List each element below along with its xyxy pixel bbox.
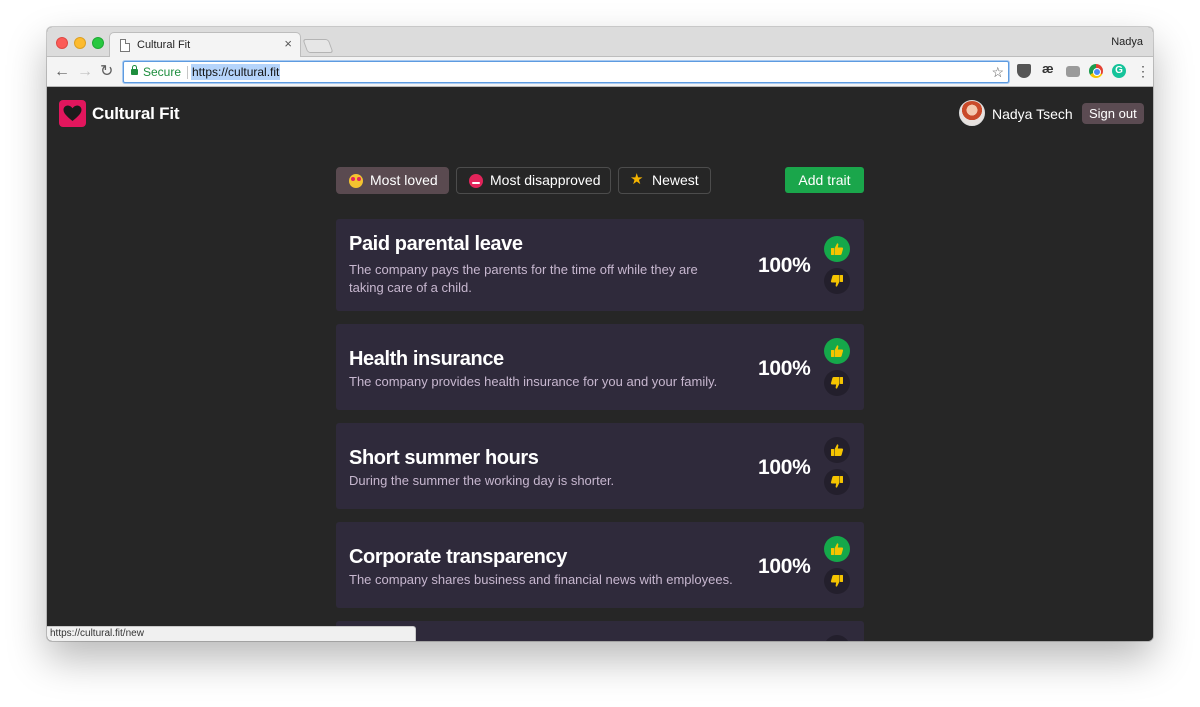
bookmark-star-icon[interactable]: ☆ bbox=[991, 63, 1004, 81]
thumbs-up-icon bbox=[831, 444, 844, 456]
camera-extension-icon[interactable] bbox=[1066, 66, 1080, 77]
zoom-window-button[interactable] bbox=[92, 37, 104, 49]
browser-tab[interactable]: Cultural Fit × bbox=[109, 32, 301, 58]
filter-newest[interactable]: ★ Newest bbox=[618, 167, 711, 194]
address-bar[interactable]: Secure https://cultural.fit ☆ bbox=[123, 61, 1009, 83]
tab-strip: Cultural Fit × Nadya bbox=[47, 27, 1153, 58]
sign-out-button[interactable]: Sign out bbox=[1082, 103, 1144, 124]
page-icon bbox=[120, 39, 130, 52]
chrome-extension-icon[interactable] bbox=[1089, 64, 1103, 78]
upvote-button[interactable] bbox=[824, 635, 850, 641]
trait-description: The company shares business and financia… bbox=[349, 572, 733, 587]
downvote-button[interactable] bbox=[824, 469, 850, 495]
heart-eyes-emoji-icon bbox=[349, 174, 363, 188]
filter-most-loved-label: Most loved bbox=[370, 172, 438, 188]
trait-percent: 100% bbox=[758, 254, 811, 277]
trait-percent: 100% bbox=[758, 456, 811, 479]
upvote-button[interactable] bbox=[824, 536, 850, 562]
thumbs-up-icon bbox=[831, 345, 844, 357]
secure-label: Secure bbox=[143, 65, 182, 79]
downvote-button[interactable] bbox=[824, 370, 850, 396]
trait-card: Short summer hours During the summer the… bbox=[336, 423, 864, 509]
trait-title: Short summer hours bbox=[349, 447, 539, 469]
tab-title: Cultural Fit bbox=[137, 39, 191, 51]
trait-percent: 100% bbox=[758, 357, 811, 380]
grammarly-extension-icon[interactable]: G bbox=[1112, 64, 1126, 78]
user-avatar[interactable] bbox=[959, 100, 985, 126]
link-status-bar: https://cultural.fit/new bbox=[47, 626, 416, 641]
back-arrow-icon[interactable]: ← bbox=[54, 63, 70, 81]
trait-card: Paid parental leave The company pays the… bbox=[336, 219, 864, 311]
menu-kebab-icon[interactable]: ⋮ bbox=[1136, 62, 1150, 80]
page-content: Cultural Fit Nadya Tsech Sign out Most l… bbox=[47, 88, 1153, 641]
filter-most-loved[interactable]: Most loved bbox=[336, 167, 449, 194]
trait-card: Corporate transparency The company share… bbox=[336, 522, 864, 608]
trait-description: The company provides health insurance fo… bbox=[349, 374, 718, 389]
address-separator bbox=[187, 66, 188, 79]
trait-title: Health insurance bbox=[349, 348, 504, 370]
thumbs-down-icon bbox=[830, 575, 843, 587]
trait-description: The company pays the parents for the tim… bbox=[349, 262, 698, 295]
trait-percent: 100% bbox=[758, 555, 811, 578]
thumbs-down-icon bbox=[830, 275, 843, 287]
add-trait-button[interactable]: Add trait bbox=[785, 167, 864, 193]
pocket-extension-icon[interactable] bbox=[1017, 64, 1031, 78]
browser-window: Cultural Fit × Nadya ← → ↻ Secure https:… bbox=[47, 27, 1153, 641]
thumbs-down-icon bbox=[830, 476, 843, 488]
filter-bar: Most loved Most disapproved ★ Newest Add… bbox=[336, 167, 864, 194]
filter-newest-label: Newest bbox=[652, 172, 699, 188]
angry-face-emoji-icon bbox=[469, 174, 483, 188]
thumbs-up-icon bbox=[831, 543, 844, 555]
heart-logo-icon[interactable] bbox=[59, 100, 86, 127]
user-name[interactable]: Nadya Tsech bbox=[992, 106, 1073, 122]
trait-title: Corporate transparency bbox=[349, 546, 567, 568]
brand-name[interactable]: Cultural Fit bbox=[92, 104, 180, 124]
url-text[interactable]: https://cultural.fit bbox=[191, 64, 281, 80]
upvote-button[interactable] bbox=[824, 338, 850, 364]
upvote-button[interactable] bbox=[824, 437, 850, 463]
filter-most-disapproved-label: Most disapproved bbox=[490, 172, 601, 188]
close-window-button[interactable] bbox=[56, 37, 68, 49]
reload-icon[interactable]: ↻ bbox=[100, 63, 113, 81]
trait-title: Paid parental leave bbox=[349, 233, 523, 255]
browser-profile-name[interactable]: Nadya bbox=[1111, 36, 1143, 48]
downvote-button[interactable] bbox=[824, 568, 850, 594]
tab-close-icon[interactable]: × bbox=[284, 37, 292, 51]
filter-most-disapproved[interactable]: Most disapproved bbox=[456, 167, 611, 194]
lock-icon bbox=[131, 65, 138, 75]
forward-arrow-icon[interactable]: → bbox=[77, 63, 93, 81]
star-emoji-icon: ★ bbox=[630, 171, 644, 188]
upvote-button[interactable] bbox=[824, 236, 850, 262]
new-tab-button[interactable] bbox=[302, 39, 334, 53]
app-header: Cultural Fit Nadya Tsech Sign out bbox=[47, 88, 1153, 140]
downvote-button[interactable] bbox=[824, 268, 850, 294]
minimize-window-button[interactable] bbox=[74, 37, 86, 49]
trait-description: During the summer the working day is sho… bbox=[349, 473, 615, 488]
ae-extension-icon[interactable]: æ bbox=[1042, 61, 1054, 76]
thumbs-up-icon bbox=[831, 243, 844, 255]
browser-toolbar: ← → ↻ Secure https://cultural.fit ☆ æ G … bbox=[47, 57, 1153, 87]
thumbs-down-icon bbox=[830, 377, 843, 389]
trait-card: Health insurance The company provides he… bbox=[336, 324, 864, 410]
